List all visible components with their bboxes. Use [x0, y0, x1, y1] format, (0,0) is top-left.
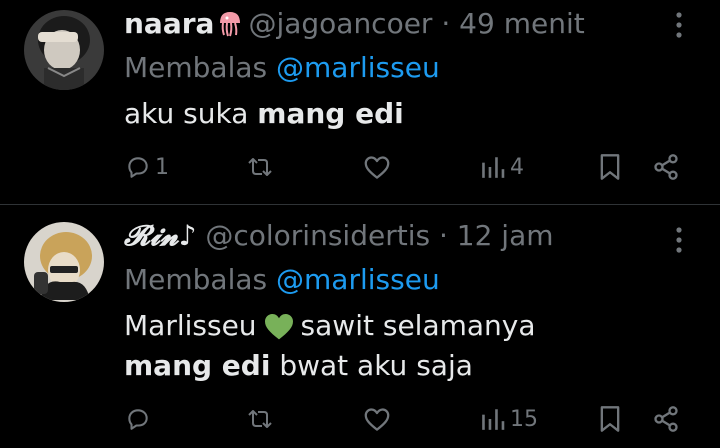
tweet-2[interactable]: 𝓡𝓲𝓷♪ @colorinsidertis · 12 jam Membalas …	[0, 205, 720, 448]
views-button[interactable]: 15	[480, 399, 538, 439]
bookmark-icon	[600, 406, 620, 432]
tweet-text-bold: mang edi	[124, 349, 271, 382]
tweet-header: 𝓡𝓲𝓷♪ @colorinsidertis · 12 jam	[124, 219, 554, 253]
separator-dot: ·	[438, 219, 448, 252]
separator-dot: ·	[441, 7, 451, 40]
replying-to-label: Membalas	[124, 51, 268, 84]
action-bar: 1 4	[0, 147, 720, 187]
tweet-text-part: Marlisseu	[124, 309, 257, 342]
timestamp[interactable]: 12 jam	[457, 219, 554, 252]
analytics-icon	[482, 157, 505, 178]
tweet-text-plain: bwat aku saja	[270, 349, 473, 382]
tweet-header: naara @jagoancoer · 49 menit	[124, 7, 585, 45]
reply-button[interactable]: 1	[125, 147, 169, 187]
timestamp[interactable]: 49 menit	[459, 7, 585, 40]
share-icon	[654, 406, 678, 432]
mention-link[interactable]: @marlisseu	[276, 51, 440, 84]
reply-icon	[128, 157, 148, 178]
mention-link[interactable]: @marlisseu	[276, 263, 440, 296]
like-button[interactable]	[362, 147, 392, 187]
share-button[interactable]	[652, 399, 680, 439]
avatar[interactable]	[24, 10, 104, 90]
share-button[interactable]	[652, 147, 680, 187]
retweet-button[interactable]	[245, 399, 275, 439]
avatar[interactable]	[24, 222, 104, 302]
display-name[interactable]: 𝓡𝓲𝓷♪	[124, 219, 196, 252]
tweet-text: aku suka mang edi	[124, 94, 404, 134]
action-bar: 15	[0, 399, 720, 439]
more-options-icon[interactable]	[667, 10, 691, 40]
user-handle[interactable]: @jagoancoer	[248, 7, 432, 40]
jellyfish-icon	[216, 9, 244, 45]
retweet-button[interactable]	[245, 147, 275, 187]
reply-count: 1	[155, 154, 169, 180]
retweet-icon	[248, 158, 272, 176]
reply-icon	[128, 409, 148, 430]
views-count: 15	[510, 406, 538, 432]
tweet-text-line-2: mang edi bwat aku saja	[124, 346, 473, 386]
views-button[interactable]: 4	[480, 147, 524, 187]
bookmark-icon	[600, 154, 620, 180]
tweet-1[interactable]: naara @jagoancoer · 49 menit Membalas @m…	[0, 0, 720, 204]
reply-button[interactable]	[125, 399, 155, 439]
bookmark-button[interactable]	[598, 399, 622, 439]
display-name[interactable]: naara	[124, 7, 214, 40]
tweet-text-plain: aku suka	[124, 97, 258, 130]
tweet-text-part: sawit selamanya	[300, 309, 536, 342]
replying-to: Membalas @marlisseu	[124, 51, 440, 85]
user-handle[interactable]: @colorinsidertis	[205, 219, 430, 252]
heart-icon	[364, 156, 390, 179]
more-options-icon[interactable]	[667, 225, 691, 255]
replying-to-label: Membalas	[124, 263, 268, 296]
retweet-icon	[248, 410, 272, 428]
views-count: 4	[510, 154, 524, 180]
heart-icon	[364, 408, 390, 431]
replying-to: Membalas @marlisseu	[124, 263, 440, 297]
like-button[interactable]	[362, 399, 392, 439]
bookmark-button[interactable]	[598, 147, 622, 187]
tweet-text-bold: mang edi	[257, 97, 404, 130]
analytics-icon	[482, 409, 505, 430]
share-icon	[654, 154, 678, 180]
